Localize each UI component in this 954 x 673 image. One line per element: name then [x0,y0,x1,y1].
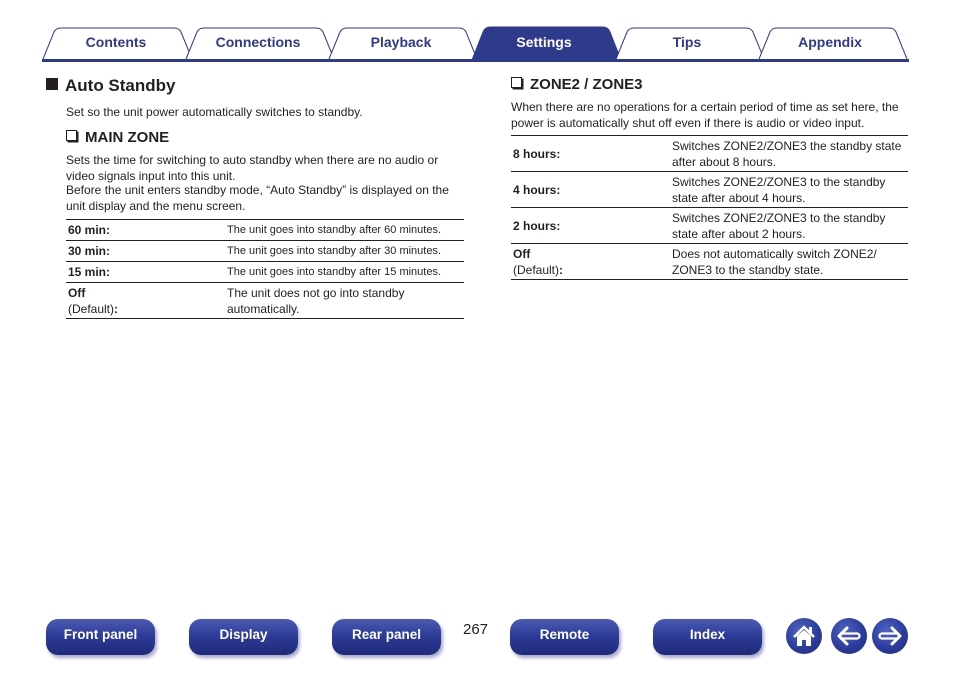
main-zone-options-table: 60 min: The unit goes into standby after… [66,219,464,319]
option-key: 4 hours: [511,171,670,208]
zone23-heading: ZONE2 / ZONE3 [511,76,643,93]
tab-connections[interactable]: Connections [204,34,312,50]
zone23-desc: When there are no operations for a certa… [511,100,899,130]
tab-appendix[interactable]: Appendix [776,34,884,50]
option-key-off: Off [513,246,531,261]
option-value: Does not automatically switch ZONE2/ ZON… [670,243,908,280]
rear-panel-button[interactable]: Rear panel [332,619,441,655]
checkbox-bullet-icon [511,77,522,88]
option-key: 8 hours: [511,135,670,172]
tab-bar: Contents Connections Playback Settings T… [42,26,909,62]
main-zone-desc-2: Before the unit enters standby mode, “Au… [66,183,449,213]
tab-settings[interactable]: Settings [490,34,598,50]
option-value: Switches ZONE2/ZONE3 to the standby stat… [670,207,908,244]
option-value: Switches ZONE2/ZONE3 to the standby stat… [670,171,908,208]
forward-arrow-icon [878,626,902,646]
back-button[interactable] [831,618,867,654]
table-row: 30 min: The unit goes into standby after… [66,240,464,262]
zone23-title: ZONE2 / ZONE3 [530,76,643,93]
option-value: The unit goes into standby after 30 minu… [225,240,464,262]
home-button[interactable] [786,618,822,654]
tab-tips[interactable]: Tips [633,34,741,50]
checkbox-bullet-icon [66,130,77,141]
colon: : [114,301,119,316]
section-title: Auto Standby [65,76,176,95]
main-zone-desc-1: Sets the time for switching to auto stan… [66,153,439,183]
tab-contents[interactable]: Contents [62,34,170,50]
back-arrow-icon [837,626,861,646]
front-panel-button[interactable]: Front panel [46,619,155,655]
option-key: 2 hours: [511,207,670,244]
table-row: Off (Default): Does not automatically swi… [511,243,908,280]
table-row: 4 hours: Switches ZONE2/ZONE3 to the sta… [511,171,908,208]
home-icon [793,625,815,646]
tab-baseline [42,59,909,62]
option-value: The unit goes into standby after 15 minu… [225,261,464,283]
option-key: 30 min: [66,240,225,262]
option-value: The unit does not go into standby automa… [225,282,464,319]
zone23-options-table: 8 hours: Switches ZONE2/ZONE3 the standb… [511,135,908,280]
tab-playback[interactable]: Playback [347,34,455,50]
option-key: 15 min: [66,261,225,283]
option-value: The unit goes into standby after 60 minu… [225,219,464,241]
default-label: (Default) [68,301,115,316]
option-value: Switches ZONE2/ZONE3 the standby state a… [670,135,908,172]
section-heading: Auto Standby [46,76,176,96]
table-row: 60 min: The unit goes into standby after… [66,219,464,241]
section-intro: Set so the unit power automatically swit… [66,105,363,119]
display-button[interactable]: Display [189,619,298,655]
option-key-off: Off [68,285,86,300]
filled-square-bullet-icon [46,78,58,90]
table-row: Off (Default): The unit does not go into … [66,282,464,319]
main-zone-heading: MAIN ZONE [66,129,169,146]
remote-button[interactable]: Remote [510,619,619,655]
option-key: Off (Default): [66,282,225,319]
table-row: 8 hours: Switches ZONE2/ZONE3 the standb… [511,135,908,172]
index-button[interactable]: Index [653,619,762,655]
main-zone-title: MAIN ZONE [85,129,170,146]
page-number: 267 [463,621,489,638]
colon: : [559,262,564,277]
option-key: Off (Default): [511,243,670,280]
default-label: (Default) [513,262,560,277]
table-row: 2 hours: Switches ZONE2/ZONE3 to the sta… [511,207,908,244]
table-row: 15 min: The unit goes into standby after… [66,261,464,283]
forward-button[interactable] [872,618,908,654]
option-key: 60 min: [66,219,225,241]
